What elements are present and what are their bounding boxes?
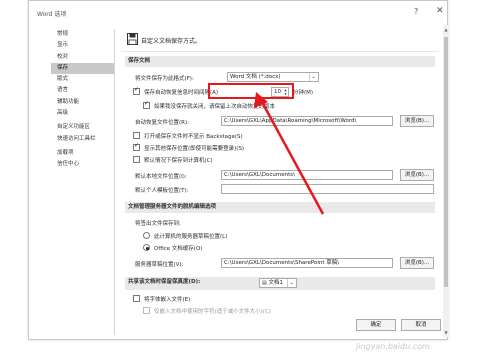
watermark-text: jingyan.baidu.com <box>356 342 430 351</box>
annotation-arrow-layer <box>254 92 325 215</box>
annotation-arrow <box>254 92 325 215</box>
